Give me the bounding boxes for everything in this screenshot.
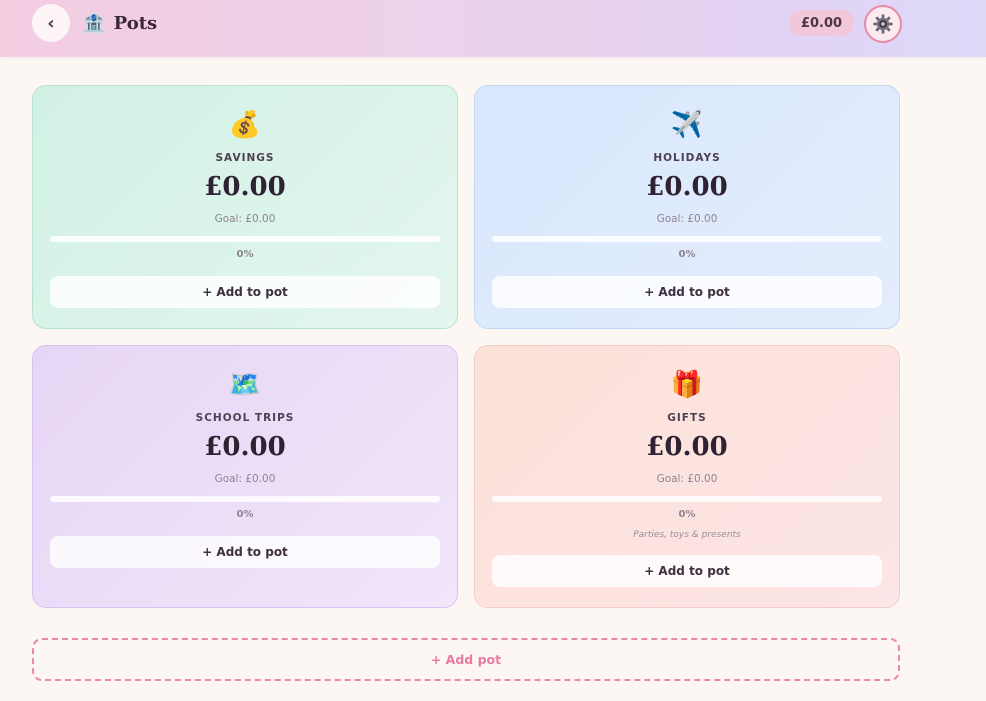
progress-bar (492, 496, 882, 502)
pot-card-school-trips: 🗺️ SCHOOL TRIPS £0.00 Goal: £0.00 0% + A… (32, 345, 458, 608)
pot-card-savings: 💰 SAVINGS £0.00 Goal: £0.00 0% + Add to … (32, 85, 458, 329)
progress-percent: 0% (236, 249, 254, 260)
pot-amount: £0.00 (204, 172, 286, 202)
page-title-group: 🏦 Pots (82, 10, 157, 36)
progress-bar (50, 496, 440, 502)
pot-goal: Goal: £0.00 (214, 213, 276, 225)
pot-card-gifts: 🎁 GIFTS £0.00 Goal: £0.00 0% Parties, to… (474, 345, 900, 608)
pot-name: GIFTS (667, 412, 707, 424)
pot-name: HOLIDAYS (653, 152, 721, 164)
progress-percent: 0% (678, 249, 696, 260)
airplane-icon: ✈️ (670, 110, 704, 140)
map-icon: 🗺️ (228, 370, 262, 400)
gift-icon: 🎁 (670, 370, 704, 400)
page-title: Pots (113, 12, 158, 34)
chevron-left-icon: ‹ (47, 12, 55, 34)
money-bag-icon: 💰 (228, 110, 262, 140)
add-to-pot-button[interactable]: + Add to pot (492, 555, 882, 587)
gear-icon (873, 14, 893, 34)
balance-badge: £0.00 (789, 10, 854, 36)
pot-amount: £0.00 (204, 432, 286, 462)
pot-description: Parties, toys & presents (633, 530, 741, 540)
add-pot-button[interactable]: + Add pot (32, 638, 900, 681)
pot-card-holidays: ✈️ HOLIDAYS £0.00 Goal: £0.00 0% + Add t… (474, 85, 900, 329)
progress-bar (50, 236, 440, 242)
progress-percent: 0% (236, 509, 254, 520)
bank-icon: 🏦 (82, 11, 106, 34)
pot-name: SCHOOL TRIPS (195, 412, 295, 424)
pot-amount: £0.00 (646, 172, 728, 202)
add-to-pot-button[interactable]: + Add to pot (50, 536, 440, 568)
add-to-pot-button[interactable]: + Add to pot (50, 276, 440, 308)
top-bar: ‹ 🏦 Pots £0.00 (0, 0, 986, 57)
pot-goal: Goal: £0.00 (656, 213, 718, 225)
pot-name: SAVINGS (215, 152, 275, 164)
settings-button[interactable] (864, 5, 902, 43)
progress-percent: 0% (678, 509, 696, 520)
progress-bar (492, 236, 882, 242)
pot-amount: £0.00 (646, 432, 728, 462)
pot-goal: Goal: £0.00 (214, 473, 276, 485)
pot-goal: Goal: £0.00 (656, 473, 718, 485)
back-button[interactable]: ‹ (32, 4, 70, 42)
add-to-pot-button[interactable]: + Add to pot (492, 276, 882, 308)
